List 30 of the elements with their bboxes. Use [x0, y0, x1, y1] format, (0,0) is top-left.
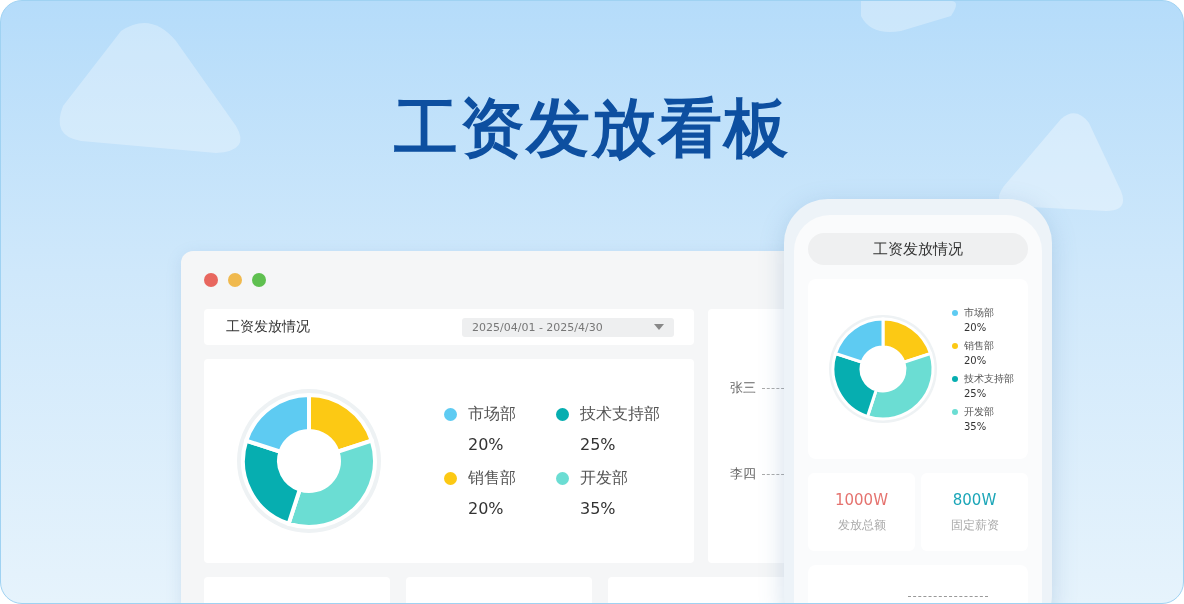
stat-value: 800W	[952, 490, 997, 509]
legend-value: 20%	[468, 499, 505, 518]
legend-value: 20%	[963, 322, 988, 333]
page-title: 工资发放看板	[394, 90, 790, 167]
legend-label: 销售部	[964, 339, 994, 353]
stat-value: 1000W	[835, 490, 888, 509]
legend-value: 35%	[963, 421, 988, 432]
legend-label: 开发部	[580, 468, 629, 489]
window-control[interactable]	[204, 273, 218, 287]
person-name: 李四	[730, 465, 756, 483]
legend-label: 技术支持部	[580, 404, 660, 425]
window-control[interactable]	[252, 273, 266, 287]
legend-value: 20%	[468, 435, 505, 454]
date-range-select[interactable]: 2025/04/01 - 2025/4/30	[462, 317, 674, 337]
stat-label: 固定薪资	[950, 516, 999, 534]
legend-label: 销售部	[468, 468, 516, 489]
legend-label: 技术支持部	[964, 372, 1014, 386]
window-control[interactable]	[228, 273, 242, 287]
legend-value: 35%	[580, 499, 617, 518]
legend-value: 25%	[963, 388, 988, 399]
panel-title: 工资发放情况	[226, 318, 310, 336]
person-name: 张三	[730, 379, 756, 397]
stat-label: 发放总额	[837, 516, 886, 534]
legend-value: 20%	[963, 355, 988, 366]
legend-label: 市场部	[964, 306, 994, 320]
legend-value: 25%	[580, 435, 617, 454]
legend-label: 市场部	[468, 404, 516, 425]
phone-header: 工资发放情况	[808, 233, 1028, 265]
legend-label: 开发部	[964, 405, 994, 419]
caret-icon	[654, 324, 664, 330]
